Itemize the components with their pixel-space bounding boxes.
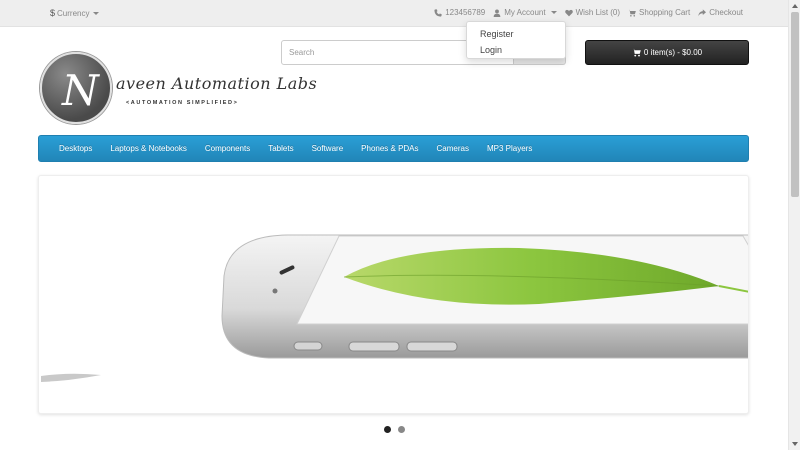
shopping-cart-label: Shopping Cart: [639, 8, 691, 17]
slide-dot-2[interactable]: [398, 426, 405, 433]
menu-item-tablets[interactable]: Tablets: [259, 144, 302, 153]
share-icon: [698, 8, 707, 16]
top-links: 123456789 My Account Wish List (0) Shopp…: [434, 8, 743, 17]
cart-button-label: 0 item(s) - $0.00: [643, 48, 703, 57]
my-account-label: My Account: [504, 8, 546, 17]
phone-number: 123456789: [445, 8, 486, 17]
caret-down-icon: [550, 11, 557, 14]
checkout-label: Checkout: [709, 8, 743, 17]
account-dropdown-menu: Register Login: [466, 21, 566, 59]
logo-subtitle: <AUTOMATION SIMPLIFIED>: [126, 100, 239, 106]
scroll-down-icon[interactable]: [792, 442, 798, 446]
cart-icon: [628, 9, 636, 17]
menu-item-components[interactable]: Components: [196, 144, 259, 153]
user-icon: [493, 8, 501, 17]
register-link[interactable]: Register: [467, 26, 565, 42]
menu-item-cameras[interactable]: Cameras: [428, 144, 478, 153]
logo-badge: N: [40, 52, 112, 124]
currency-dropdown[interactable]: $ Currency: [50, 8, 100, 18]
slideshow-pagination: [384, 426, 405, 433]
menu-item-mp3-players[interactable]: MP3 Players: [478, 144, 541, 153]
heart-icon: [564, 9, 573, 16]
login-link[interactable]: Login: [467, 42, 565, 58]
menu-item-laptops-notebooks[interactable]: Laptops & Notebooks: [101, 144, 196, 153]
logo-initial: N: [62, 66, 99, 115]
shopping-cart-link[interactable]: Shopping Cart: [628, 8, 690, 17]
phone-link[interactable]: 123456789: [434, 8, 485, 17]
checkout-link[interactable]: Checkout: [698, 8, 743, 17]
wishlist-link[interactable]: Wish List (0): [564, 8, 621, 17]
cart-icon: [631, 48, 641, 57]
currency-symbol: $: [50, 8, 56, 18]
menu-item-phones-pdas[interactable]: Phones & PDAs: [352, 144, 427, 153]
wishlist-label: Wish List (0): [575, 8, 621, 17]
cart-button[interactable]: 0 item(s) - $0.00: [585, 40, 749, 65]
slideshow-banner[interactable]: [38, 175, 749, 414]
caret-down-icon: [93, 11, 100, 15]
menu-item-software[interactable]: Software: [303, 144, 353, 153]
my-account-link[interactable]: My Account: [493, 8, 557, 17]
iphone-banner-image: [41, 234, 748, 382]
phone-icon: [434, 8, 442, 17]
category-menu: Desktops Laptops & Notebooks Components …: [38, 135, 749, 162]
scrollbar-thumb[interactable]: [791, 12, 799, 197]
currency-label: Currency: [57, 8, 90, 18]
menu-item-desktops[interactable]: Desktops: [50, 144, 101, 153]
scroll-up-icon[interactable]: [792, 4, 798, 8]
site-logo[interactable]: N aveen Automation Labs <AUTOMATION SIMP…: [40, 52, 317, 125]
page-scrollbar[interactable]: [788, 0, 800, 450]
top-bar: $ Currency 123456789 My Account Wish Lis…: [0, 0, 788, 27]
slide-dot-1[interactable]: [384, 426, 391, 433]
logo-title: aveen Automation Labs: [116, 74, 318, 93]
